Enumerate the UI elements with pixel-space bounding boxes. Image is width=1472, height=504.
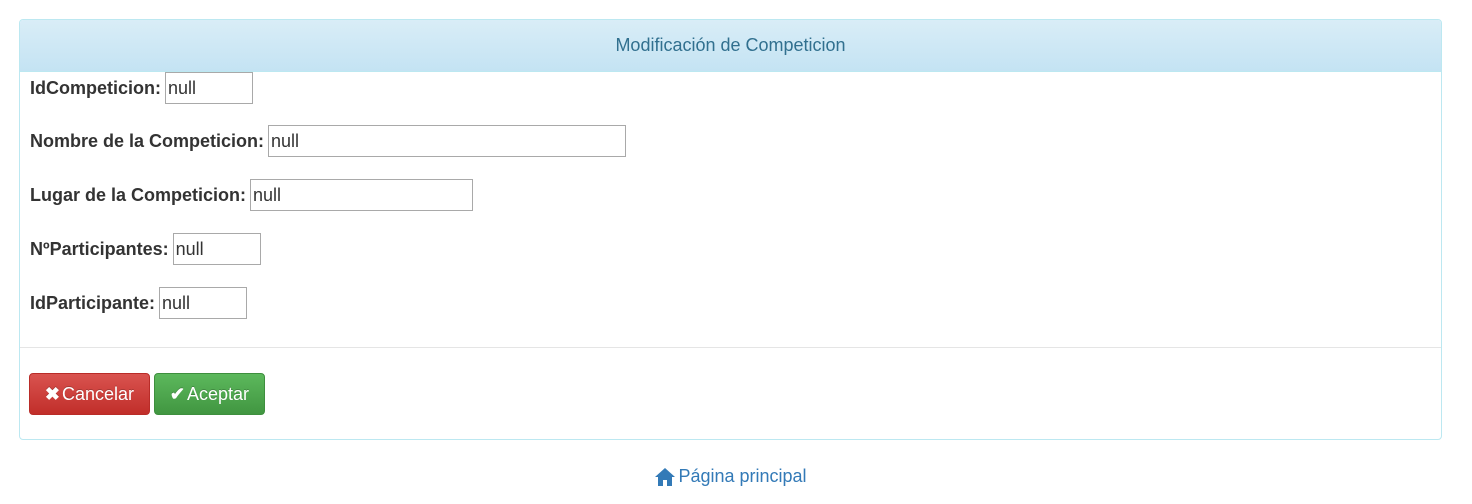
remove-icon: ✖: [44, 383, 61, 404]
home-link-label: Página principal: [678, 466, 807, 486]
panel-heading: Modificación de Competicion: [20, 20, 1441, 72]
accept-button[interactable]: ✔ Aceptar: [154, 373, 265, 415]
home-icon: [655, 467, 676, 486]
check-icon: ✔: [169, 383, 186, 404]
nparticipantes-input[interactable]: [172, 233, 261, 265]
field-row-nparticipantes: NºParticipantes:: [30, 233, 261, 265]
field-label-lugar: Lugar de la Competicion:: [30, 184, 247, 205]
home-link[interactable]: Página principal: [0, 466, 1462, 487]
field-row-nombre: Nombre de la Competicion:: [30, 125, 627, 157]
field-label-idcompeticion: IdCompeticion:: [30, 77, 161, 98]
field-row-idcompeticion: IdCompeticion:: [30, 72, 253, 104]
accept-button-label: Aceptar: [187, 383, 250, 404]
field-label-nombre: Nombre de la Competicion:: [30, 130, 265, 151]
nombre-input[interactable]: [268, 125, 627, 157]
lugar-input[interactable]: [250, 179, 474, 211]
cancel-button-label: Cancelar: [62, 383, 135, 404]
field-label-idparticipante: IdParticipante:: [30, 292, 156, 313]
field-row-lugar: Lugar de la Competicion:: [30, 179, 474, 211]
field-row-idparticipante: IdParticipante:: [30, 287, 248, 319]
idcompeticion-input[interactable]: [165, 72, 253, 104]
cancel-button[interactable]: ✖ Cancelar: [29, 373, 150, 415]
panel-title: Modificación de Competicion: [615, 35, 846, 55]
modification-panel: Modificación de Competicion IdCompeticio…: [19, 19, 1442, 440]
panel-divider: [20, 347, 1441, 348]
idparticipante-input[interactable]: [159, 287, 248, 319]
field-label-nparticipantes: NºParticipantes:: [30, 238, 169, 259]
